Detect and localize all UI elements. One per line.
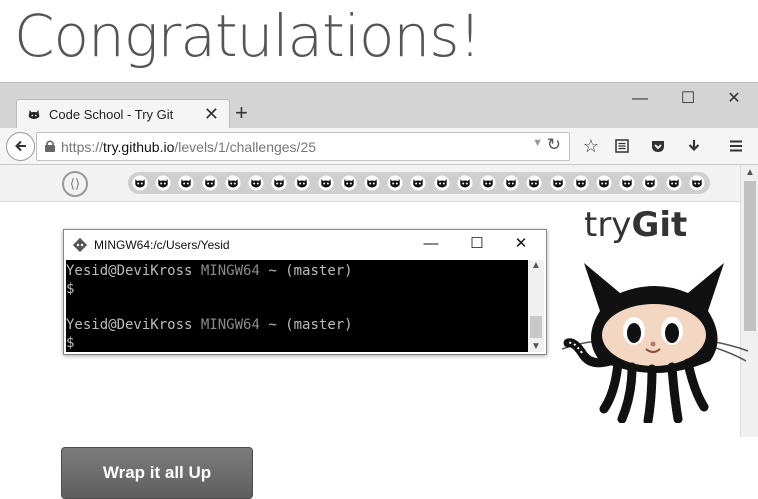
terminal-minimize-icon[interactable]: — xyxy=(420,234,442,254)
new-tab-button[interactable]: + xyxy=(235,101,248,125)
terminal-close-icon[interactable]: ✕ xyxy=(510,234,532,254)
challenge-octocat-icon[interactable] xyxy=(642,175,658,191)
challenge-octocat-icon[interactable] xyxy=(364,175,380,191)
lock-icon xyxy=(45,140,55,152)
challenge-octocat-icon[interactable] xyxy=(550,175,566,191)
reload-icon[interactable]: ↻ xyxy=(547,135,561,155)
tab-title: Code School - Try Git xyxy=(49,107,174,122)
logo-git: Git xyxy=(631,205,688,245)
challenge-octocat-icon[interactable] xyxy=(434,175,450,191)
challenge-octocat-icon[interactable] xyxy=(225,175,241,191)
back-button[interactable] xyxy=(6,132,35,161)
challenge-octocat-icon[interactable] xyxy=(619,175,635,191)
challenge-octocat-icon[interactable] xyxy=(248,175,264,191)
terminal-scroll-up-icon[interactable]: ▲ xyxy=(528,260,544,271)
octocat-favicon-icon xyxy=(28,109,40,119)
maximize-window-icon[interactable]: ☐ xyxy=(676,89,700,109)
terminal-scroll-thumb[interactable] xyxy=(530,316,542,338)
challenge-octocat-icon[interactable] xyxy=(689,175,705,191)
git-bash-icon xyxy=(72,237,88,253)
navigation-bar: https://try.github.io/levels/1/challenge… xyxy=(0,128,758,165)
challenge-octocat-icon[interactable] xyxy=(271,175,287,191)
terminal-prompt-user: Yesid@DeviKross xyxy=(66,263,193,279)
trygit-logo: tryGit xyxy=(584,205,687,245)
challenge-octocat-icon[interactable] xyxy=(666,175,682,191)
minimize-window-icon[interactable]: — xyxy=(628,89,652,109)
challenge-octocat-icon[interactable] xyxy=(202,175,218,191)
terminal-maximize-icon[interactable]: ☐ xyxy=(466,234,488,254)
terminal-scroll-down-icon[interactable]: ▼ xyxy=(528,341,544,352)
terminal-output[interactable]: Yesid@DeviKross MINGW64 ~ (master) $ Yes… xyxy=(66,260,528,352)
levels-menu-button[interactable]: ⟨⟩ xyxy=(62,171,88,197)
terminal-line: $ xyxy=(66,280,74,298)
challenge-octocat-icon[interactable] xyxy=(155,175,171,191)
terminal-dollar: $ xyxy=(66,281,75,297)
page-heading: Congratulations! xyxy=(14,2,482,70)
challenge-octocat-icon[interactable] xyxy=(480,175,496,191)
terminal-dollar: $ xyxy=(66,335,75,351)
terminal-prompt-user: Yesid@DeviKross xyxy=(66,317,193,333)
tab-code-school[interactable]: Code School - Try Git ✕ xyxy=(16,99,230,130)
back-arrow-icon xyxy=(14,140,26,152)
challenge-octocat-icon[interactable] xyxy=(318,175,334,191)
reader-view-icon[interactable] xyxy=(610,134,634,158)
challenge-progress-track xyxy=(128,172,710,194)
terminal-line: Yesid@DeviKross MINGW64 ~ (master) xyxy=(66,262,353,280)
challenge-octocat-icon[interactable] xyxy=(294,175,310,191)
terminal-prompt-branch: ~ (master) xyxy=(259,317,353,333)
close-window-icon[interactable]: ✕ xyxy=(722,89,746,109)
challenge-octocat-icon[interactable] xyxy=(596,175,612,191)
url-path: /levels/1/challenges/25 xyxy=(174,139,317,155)
logo-try: try xyxy=(584,205,632,245)
star-icon[interactable]: ☆ xyxy=(579,134,603,158)
terminal-title: MINGW64:/c/Users/Yesid xyxy=(94,238,230,252)
challenge-octocat-icon[interactable] xyxy=(410,175,426,191)
challenge-octocat-icon[interactable] xyxy=(178,175,194,191)
terminal-scrollbar[interactable]: ▲ ▼ xyxy=(528,260,544,352)
tab-strip: Code School - Try Git ✕ + — ☐ ✕ xyxy=(0,82,758,130)
challenge-octocat-icon[interactable] xyxy=(457,175,473,191)
challenge-octocat-icon[interactable] xyxy=(132,175,148,191)
challenge-octocat-icon[interactable] xyxy=(503,175,519,191)
terminal-prompt-branch: ~ (master) xyxy=(259,263,353,279)
challenge-octocat-icon[interactable] xyxy=(387,175,403,191)
terminal-prompt-env: MINGW64 xyxy=(200,263,260,279)
url-protocol: https:// xyxy=(61,139,104,155)
menu-icon[interactable] xyxy=(724,134,748,158)
terminal-window[interactable]: MINGW64:/c/Users/Yesid — ☐ ✕ Yesid@DeviK… xyxy=(63,229,547,355)
wrap-it-all-up-button[interactable]: Wrap it all Up xyxy=(61,447,253,499)
tab-close-icon[interactable]: ✕ xyxy=(204,104,219,124)
terminal-prompt-env: MINGW64 xyxy=(200,317,260,333)
address-bar[interactable]: https://try.github.io/levels/1/challenge… xyxy=(36,132,570,161)
octocat-illustration xyxy=(561,263,749,423)
terminal-line: Yesid@DeviKross MINGW64 ~ (master) xyxy=(66,316,353,334)
url-dropdown-icon[interactable]: ▼ xyxy=(532,137,543,149)
url-host: try.github.io xyxy=(103,139,175,155)
level-bar: ⟨⟩ xyxy=(0,165,740,202)
terminal-titlebar[interactable]: MINGW64:/c/Users/Yesid — ☐ ✕ xyxy=(64,230,546,260)
challenge-octocat-icon[interactable] xyxy=(526,175,542,191)
scroll-up-icon[interactable]: ▲ xyxy=(741,167,758,181)
challenge-octocat-icon[interactable] xyxy=(341,175,357,191)
challenge-octocat-icon[interactable] xyxy=(573,175,589,191)
download-icon[interactable] xyxy=(682,134,706,158)
pocket-icon[interactable] xyxy=(646,134,670,158)
terminal-line: $ xyxy=(66,334,74,352)
url-text: https://try.github.io/levels/1/challenge… xyxy=(61,139,316,155)
